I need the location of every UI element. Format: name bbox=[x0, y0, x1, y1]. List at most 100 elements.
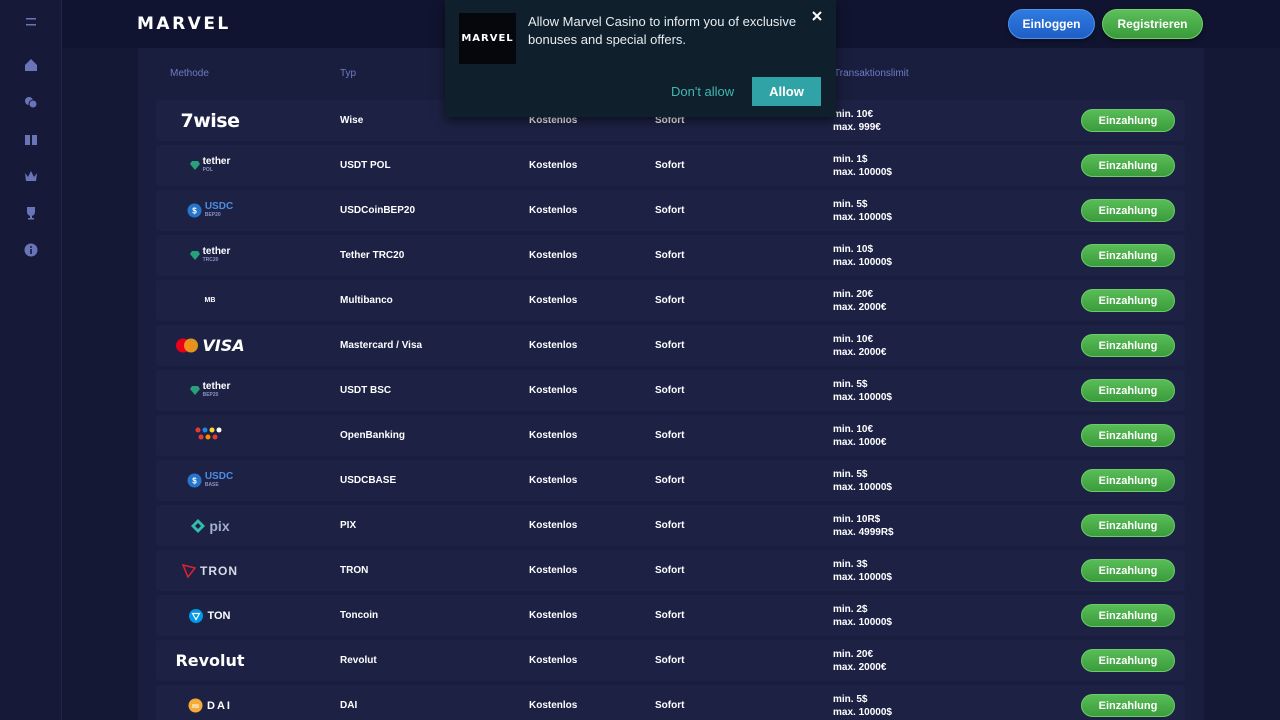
menu-icon[interactable] bbox=[21, 12, 41, 32]
openbanking-logo bbox=[192, 426, 228, 445]
method-time: Sofort bbox=[655, 520, 685, 531]
table-row: MB Multibanco Kostenlos Sofort min. 20€ max. … bbox=[156, 280, 1185, 321]
method-logo: tether TRC20 bbox=[170, 241, 250, 270]
table-row: tether BEP20 USDT BSC Kostenlos Sofort min. 5… bbox=[156, 370, 1185, 411]
method-fee: Kostenlos bbox=[529, 295, 578, 306]
table-row: DAI DAI Kostenlos Sofort min. 5$ max. 10000$ E… bbox=[156, 685, 1185, 720]
method-limit: min. 10€ max. 2000€ bbox=[833, 333, 886, 359]
deposit-button[interactable]: Einzahlung bbox=[1081, 379, 1175, 402]
method-fee: Kostenlos bbox=[529, 160, 578, 171]
limit-min: min. 5$ bbox=[833, 199, 868, 210]
method-name: Toncoin bbox=[340, 610, 379, 621]
limit-min: min. 5$ bbox=[833, 379, 868, 390]
method-logo: VISA bbox=[170, 331, 250, 360]
deposit-button[interactable]: Einzahlung bbox=[1081, 154, 1175, 177]
limit-min: min. 10€ bbox=[833, 424, 874, 435]
table-row: TON Toncoin Kostenlos Sofort min. 2$ max. 100… bbox=[156, 595, 1185, 636]
login-button[interactable]: Einloggen bbox=[1008, 9, 1095, 39]
deposit-button[interactable]: Einzahlung bbox=[1081, 424, 1175, 447]
method-logo: $ USDC BASE bbox=[170, 466, 250, 495]
dai-icon bbox=[188, 698, 203, 713]
method-limit: min. 2$ max. 10000$ bbox=[833, 603, 892, 629]
svg-text:$: $ bbox=[192, 207, 197, 216]
chips-icon[interactable] bbox=[21, 92, 41, 112]
method-limit: min. 1$ max. 10000$ bbox=[833, 153, 892, 179]
method-fee: Kostenlos bbox=[529, 475, 578, 486]
method-limit: min. 10€ max. 999€ bbox=[833, 108, 881, 134]
home-icon[interactable] bbox=[21, 55, 41, 75]
crown-icon[interactable] bbox=[21, 166, 41, 186]
method-name: Mastercard / Visa bbox=[340, 340, 423, 351]
method-name: Wise bbox=[340, 115, 364, 126]
table-row: OpenBanking Kostenlos Sofort min. 10€ max. 1… bbox=[156, 415, 1185, 456]
deposit-button[interactable]: Einzahlung bbox=[1081, 199, 1175, 222]
limit-max: max. 10000$ bbox=[833, 392, 892, 403]
ton-logo: TON bbox=[189, 608, 231, 623]
method-name: USDT POL bbox=[340, 160, 391, 171]
deposit-button[interactable]: Einzahlung bbox=[1081, 559, 1175, 582]
deposit-button[interactable]: Einzahlung bbox=[1081, 514, 1175, 537]
method-name: DAI bbox=[340, 700, 358, 711]
method-limit: min. 5$ max. 10000$ bbox=[833, 198, 892, 224]
limit-max: max. 999€ bbox=[833, 122, 881, 133]
limit-max: max. 2000€ bbox=[833, 347, 887, 358]
deposit-button[interactable]: Einzahlung bbox=[1081, 604, 1175, 627]
limit-min: min. 10€ bbox=[833, 109, 874, 120]
limit-max: max. 1000€ bbox=[833, 437, 887, 448]
method-name: PIX bbox=[340, 520, 357, 531]
tether-logo: tether TRC20 bbox=[189, 246, 230, 265]
method-limit: min. 10$ max. 10000$ bbox=[833, 243, 892, 269]
notification-popup: MARVEL Allow Marvel Casino to inform you… bbox=[445, 0, 836, 117]
method-name: USDCoinBEP20 bbox=[340, 205, 416, 216]
method-fee: Kostenlos bbox=[529, 250, 578, 261]
method-logo: MB bbox=[170, 286, 250, 315]
method-name: Tether TRC20 bbox=[340, 250, 405, 261]
deposit-button[interactable]: Einzahlung bbox=[1081, 289, 1175, 312]
method-time: Sofort bbox=[655, 565, 685, 576]
limit-max: max. 4999R$ bbox=[833, 527, 894, 538]
table-row: Revolut Revolut Kostenlos Sofort min. 20€ max… bbox=[156, 640, 1185, 681]
wise-logo: 7wise bbox=[180, 109, 240, 132]
deposit-button[interactable]: Einzahlung bbox=[1081, 694, 1175, 717]
limit-max: max. 10000$ bbox=[833, 572, 892, 583]
register-button[interactable]: Registrieren bbox=[1102, 9, 1203, 39]
method-limit: min. 20€ max. 2000€ bbox=[833, 648, 886, 674]
marvel-logo[interactable]: MARVEL bbox=[137, 14, 231, 34]
limit-min: min. 10€ bbox=[833, 334, 874, 345]
dont-allow-button[interactable]: Don't allow bbox=[671, 84, 734, 99]
close-icon[interactable] bbox=[810, 9, 824, 23]
tron-icon bbox=[182, 563, 196, 578]
method-fee: Kostenlos bbox=[529, 700, 578, 711]
method-name: Revolut bbox=[340, 655, 377, 666]
info-icon[interactable] bbox=[21, 240, 41, 260]
method-name: USDCBASE bbox=[340, 475, 397, 486]
popup-logo: MARVEL bbox=[459, 13, 516, 64]
method-time: Sofort bbox=[655, 160, 685, 171]
deposit-button[interactable]: Einzahlung bbox=[1081, 334, 1175, 357]
trophy-icon[interactable] bbox=[21, 203, 41, 223]
method-time: Sofort bbox=[655, 340, 685, 351]
gift-icon[interactable] bbox=[21, 129, 41, 149]
method-fee: Kostenlos bbox=[529, 655, 578, 666]
tron-logo: TRON bbox=[182, 563, 238, 578]
method-logo: Revolut bbox=[170, 646, 250, 675]
method-fee: Kostenlos bbox=[529, 520, 578, 531]
deposit-button[interactable]: Einzahlung bbox=[1081, 469, 1175, 492]
limit-min: min. 3$ bbox=[833, 559, 868, 570]
deposit-button[interactable]: Einzahlung bbox=[1081, 649, 1175, 672]
method-name: OpenBanking bbox=[340, 430, 406, 441]
limit-min: min. 5$ bbox=[833, 469, 868, 480]
deposit-button[interactable]: Einzahlung bbox=[1081, 109, 1175, 132]
method-time: Sofort bbox=[655, 205, 685, 216]
method-fee: Kostenlos bbox=[529, 430, 578, 441]
allow-button[interactable]: Allow bbox=[752, 77, 821, 106]
method-logo: TRON bbox=[170, 556, 250, 585]
deposit-button[interactable]: Einzahlung bbox=[1081, 244, 1175, 267]
table-row: $ USDC BASE USDCBASE Kostenlos Sofort min. 5$ m… bbox=[156, 460, 1185, 501]
method-logo: 7wise bbox=[170, 106, 250, 135]
method-time: Sofort bbox=[655, 655, 685, 666]
method-fee: Kostenlos bbox=[529, 205, 578, 216]
method-fee: Kostenlos bbox=[529, 610, 578, 621]
multibanco-logo: MB bbox=[204, 297, 216, 304]
table-row: VISA Mastercard / Visa Kostenlos Sofort min.… bbox=[156, 325, 1185, 366]
